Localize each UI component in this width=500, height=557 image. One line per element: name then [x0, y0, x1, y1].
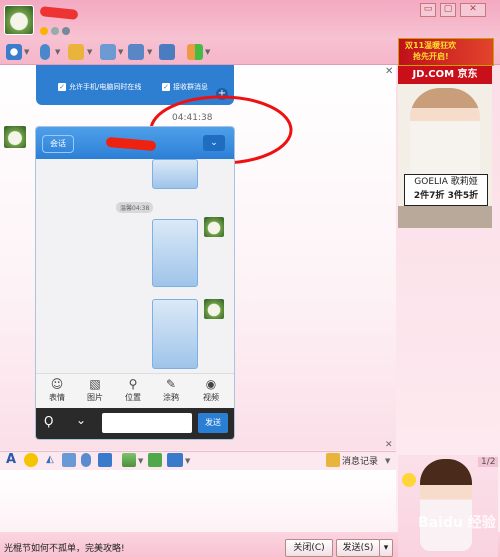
image-message-thumb[interactable]: [152, 159, 198, 189]
screenshot-icon[interactable]: [98, 453, 112, 467]
send-options-dropdown[interactable]: ▾: [379, 539, 393, 557]
chevron-down-icon[interactable]: ▼: [205, 48, 210, 56]
tool-label: 涂鸦: [163, 393, 179, 402]
phone-tool-doodle[interactable]: ✎ 涂鸦: [152, 376, 190, 403]
checkbox-icon[interactable]: ✓: [162, 83, 170, 91]
ad-character-image: [420, 459, 472, 551]
lotus-avatar: [204, 217, 224, 237]
microphone-icon[interactable]: [40, 44, 50, 60]
ad-brand: GOELIA 歌莉娅: [414, 177, 478, 187]
phone-back-button[interactable]: 会话: [42, 135, 74, 153]
option-label: 接收群消息: [173, 83, 208, 91]
send-button[interactable]: 发送(S): [336, 539, 380, 557]
image-icon: ▧: [89, 377, 101, 391]
doodle-icon: ✎: [165, 377, 177, 391]
minimize-button[interactable]: ▭: [420, 3, 436, 17]
checkbox-icon[interactable]: ✓: [58, 83, 66, 91]
ad-banner-jd[interactable]: JD.COM 京东 GOELIA 歌莉娅 2件7折 3件5折: [398, 66, 492, 228]
ad-header: JD.COM 京东: [398, 66, 492, 84]
maximize-button[interactable]: ▢: [440, 3, 456, 17]
ad-banner-top[interactable]: 双11温暖狂欢 抢先开启!: [398, 38, 494, 66]
chevron-down-icon[interactable]: ▼: [138, 457, 143, 465]
collapse-icon[interactable]: ✕: [385, 440, 393, 450]
close-window-button[interactable]: ✕: [460, 3, 486, 17]
chevron-down-icon[interactable]: ▼: [24, 48, 29, 56]
close-icon[interactable]: ✕: [385, 66, 393, 77]
gif-icon[interactable]: [62, 453, 76, 467]
image-message-thumb[interactable]: [152, 219, 198, 287]
option-online[interactable]: ✓ 允许手机/电脑同时在线: [58, 82, 141, 92]
close-button[interactable]: 关闭(C): [285, 539, 333, 557]
phone-input-bar: Ϙ ⌄ 发送: [36, 408, 234, 439]
lotus-avatar: [204, 299, 224, 319]
camera-icon[interactable]: [6, 44, 22, 60]
contact-avatar[interactable]: [4, 5, 34, 35]
phone-tools-bar: ☺ 表情 ▧ 图片 ⚲ 位置 ✎ 涂鸦 ◉ 视频: [36, 373, 234, 408]
chick-icon: [402, 473, 416, 487]
voice-icon[interactable]: Ϙ: [44, 414, 53, 428]
emoji-icon[interactable]: [24, 453, 38, 467]
ad-page-indicator[interactable]: 1/2: [478, 457, 498, 467]
ad-text: 抢先开启!: [413, 52, 449, 61]
folder-icon[interactable]: [68, 44, 84, 60]
chevron-down-icon[interactable]: ▼: [87, 48, 92, 56]
chevron-down-icon[interactable]: ▼: [147, 48, 152, 56]
star-icon: [40, 27, 48, 35]
tool-label: 表情: [49, 393, 65, 402]
picture-icon[interactable]: [122, 453, 136, 467]
watermark: Baidu 经验: [418, 515, 496, 531]
phone-tool-emoji[interactable]: ☺ 表情: [38, 376, 76, 403]
phone-tool-image[interactable]: ▧ 图片: [76, 376, 114, 403]
tool-label: 视频: [203, 393, 219, 402]
chevron-down-icon[interactable]: ⌄: [203, 135, 225, 151]
font-icon[interactable]: A: [4, 453, 18, 467]
chevron-down-icon[interactable]: ▼: [55, 48, 60, 56]
status-icon-2: [62, 27, 70, 35]
screen-icon[interactable]: [128, 44, 144, 60]
ad-text: 双11温暖狂欢: [405, 41, 457, 50]
promo-link[interactable]: 光棍节如何不孤单，完美攻略!: [4, 541, 125, 554]
phone-tool-location[interactable]: ⚲ 位置: [114, 376, 152, 403]
message-timestamp: 04:41:38: [172, 113, 213, 123]
ad-offer: 2件7折 3件5折: [413, 191, 479, 201]
monitor-icon[interactable]: [159, 44, 175, 60]
chevron-down-icon[interactable]: ▼: [385, 457, 390, 465]
voice-message-icon[interactable]: [81, 453, 91, 467]
option-group-msg[interactable]: ✓ 接收群消息: [162, 82, 208, 92]
screen-share-icon[interactable]: [167, 453, 183, 467]
option-label: 允许手机/电脑同时在线: [69, 83, 142, 91]
message-log-icon[interactable]: [326, 453, 340, 467]
phone-tool-video[interactable]: ◉ 视频: [192, 376, 230, 403]
tool-label: 图片: [87, 393, 103, 402]
message-input[interactable]: [0, 470, 396, 532]
location-icon: ⚲: [128, 377, 138, 391]
chevron-down-icon[interactable]: ▼: [185, 457, 190, 465]
image-message-thumb[interactable]: [152, 299, 198, 369]
status-icon: [51, 27, 59, 35]
phone-time-chip: 温馨04:38: [116, 202, 154, 213]
shake-icon[interactable]: ◭: [43, 453, 57, 467]
ad-offer-box: GOELIA 歌莉娅 2件7折 3件5折: [404, 174, 488, 206]
ad-banner-bottom[interactable]: 1/2: [398, 455, 498, 557]
phone-send-button[interactable]: 发送: [198, 413, 228, 433]
sender-avatar[interactable]: [4, 126, 26, 148]
chevron-down-icon[interactable]: ▼: [118, 48, 123, 56]
share-icon[interactable]: [100, 44, 116, 60]
gift-icon[interactable]: [148, 453, 162, 467]
chevron-down-icon[interactable]: ⌄: [76, 413, 86, 427]
phone-screenshot[interactable]: 会话 ⌄ 温馨04:38 ☺ 表情 ▧ 图片 ⚲ 位置 ✎ 涂鸦 ◉ 视频 Ϙ ⌄ 发送: [35, 126, 235, 440]
video-icon: ◉: [205, 377, 217, 391]
message-log-button[interactable]: 消息记录: [342, 454, 378, 467]
phone-text-field[interactable]: [102, 413, 192, 433]
tool-label: 位置: [125, 393, 141, 402]
ad-footer: [398, 206, 492, 228]
apps-icon[interactable]: [187, 44, 203, 60]
emoji-icon: ☺: [50, 377, 64, 391]
